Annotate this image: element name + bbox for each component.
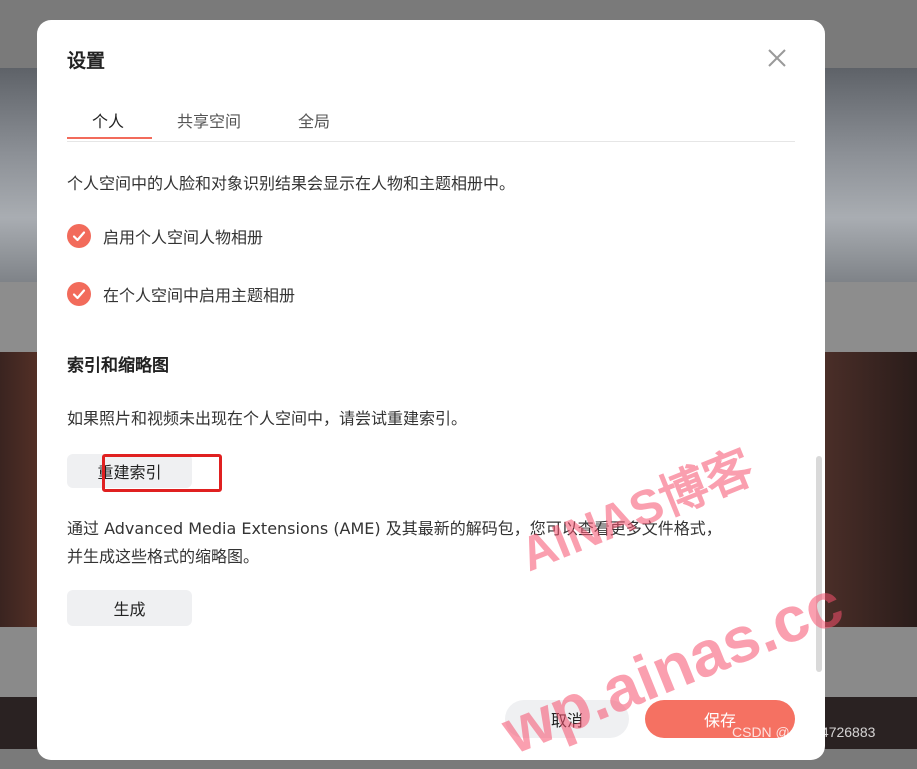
- option-theme-album[interactable]: 在个人空间中启用主题相册: [67, 281, 295, 307]
- check-circle-icon[interactable]: [67, 282, 91, 306]
- personal-space-description: 个人空间中的人脸和对象识别结果会显示在人物和主题相册中。: [67, 174, 516, 193]
- close-icon[interactable]: [765, 46, 789, 70]
- dialog-title: 设置: [67, 50, 106, 72]
- option-label: 启用个人空间人物相册: [103, 228, 264, 247]
- rebuild-index-hint: 如果照片和视频未出现在个人空间中，请尝试重建索引。: [67, 409, 468, 428]
- tab-global[interactable]: 全局: [298, 108, 330, 132]
- option-label: 在个人空间中启用主题相册: [103, 286, 296, 305]
- settings-tabs: 个人 共享空间 全局: [67, 108, 795, 142]
- generate-button[interactable]: 生成: [67, 590, 192, 626]
- tab-personal[interactable]: 个人: [92, 108, 124, 132]
- ame-description-line2: 并生成这些格式的缩略图。: [67, 547, 260, 566]
- active-tab-indicator: [67, 137, 152, 139]
- index-section-title: 索引和缩略图: [67, 356, 169, 376]
- check-circle-icon[interactable]: [67, 224, 91, 248]
- tab-shared-space[interactable]: 共享空间: [177, 108, 241, 132]
- option-person-album[interactable]: 启用个人空间人物相册: [67, 223, 263, 249]
- rebuild-index-button[interactable]: 重建索引: [67, 454, 192, 488]
- watermark-credit: CSDN @qq_44726883: [732, 724, 876, 740]
